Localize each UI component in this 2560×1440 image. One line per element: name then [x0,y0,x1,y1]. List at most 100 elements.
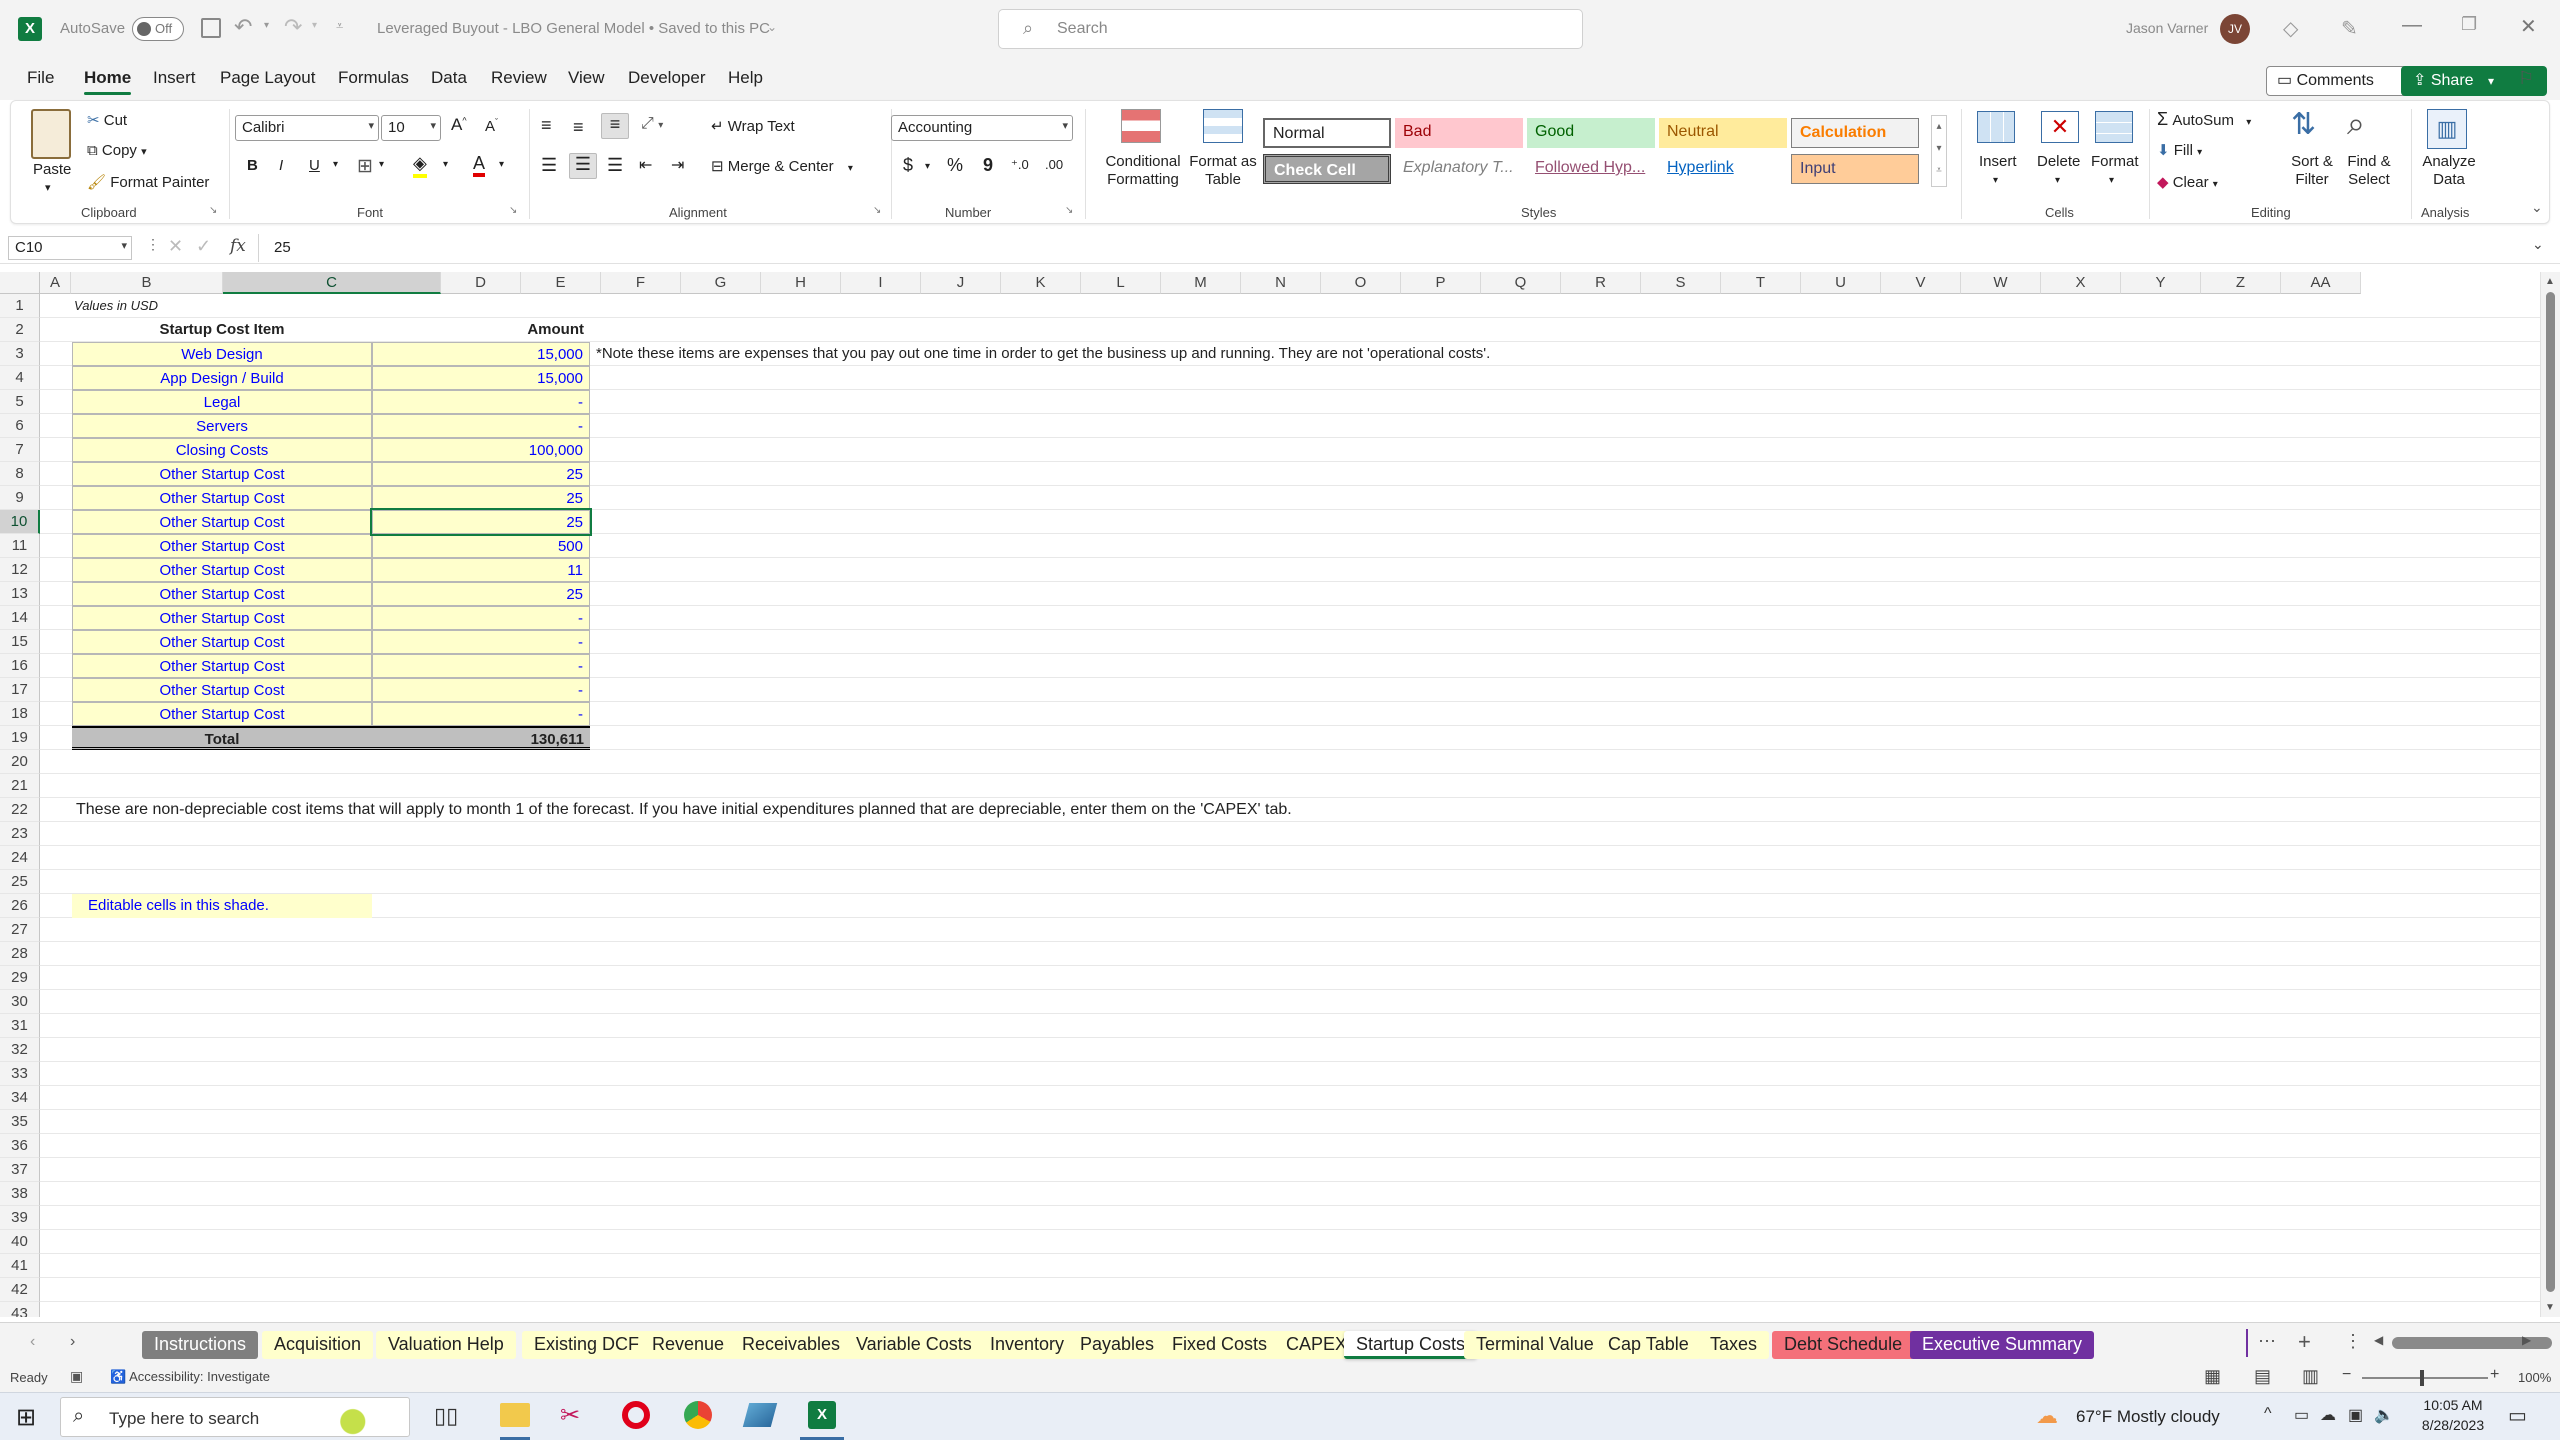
accessibility-status[interactable]: ♿ Accessibility: Investigate [110,1369,270,1385]
clear-button[interactable]: ◆ Clear ▾ [2157,173,2218,191]
dialog-launcher-icon[interactable]: ↘ [1065,205,1073,216]
zoom-level[interactable]: 100% [2518,1370,2551,1385]
underline-button[interactable]: U [309,157,320,174]
format-as-table-button[interactable]: Format as Table [1187,153,1259,189]
align-center-icon[interactable]: ☰ [569,153,597,179]
delete-cells-icon[interactable]: ✕ [2041,111,2079,143]
chrome-icon[interactable] [684,1401,712,1429]
sheet-tab-revenue[interactable]: Revenue [640,1331,737,1359]
zoom-in-icon[interactable]: + [2490,1366,2499,1384]
snipping-tool-icon[interactable]: ✂ [560,1401,580,1430]
undo-icon[interactable]: ↶ [234,14,252,40]
note-text[interactable]: *Note these items are expenses that you … [596,342,1490,366]
menu-view[interactable]: View [568,68,605,88]
align-top-icon[interactable]: ≡ [541,115,552,136]
close-icon[interactable]: ✕ [2520,14,2537,39]
zoom-slider[interactable] [2362,1377,2488,1379]
sheet-tab-receivables[interactable]: Receivables [730,1331,853,1359]
page-break-view-icon[interactable]: ▥ [2302,1366,2319,1387]
menu-help[interactable]: Help [728,68,763,88]
menu-developer[interactable]: Developer [628,68,706,88]
item-name-cell[interactable]: Other Startup Cost [72,510,372,534]
style-followed-hyperlink[interactable]: Followed Hyp... [1527,154,1655,184]
cut-button[interactable]: ✂ Cut [87,111,127,129]
tray-device-icon[interactable]: ▭ [2294,1405,2309,1425]
opera-icon[interactable] [622,1401,650,1429]
wrap-text-button[interactable]: ↵ Wrap Text [711,117,795,135]
volume-icon[interactable]: 🔈 [2374,1405,2394,1425]
restore-icon[interactable]: ❐ [2461,14,2477,35]
weather-icon[interactable]: ☁ [2036,1403,2058,1429]
onedrive-icon[interactable]: ☁ [2320,1405,2336,1425]
paste-button[interactable]: Paste [33,161,71,178]
autosum-button[interactable]: Σ AutoSum ▾ [2157,109,2251,130]
scroll-up-icon[interactable]: ▲ [2545,276,2555,287]
redo-icon[interactable]: ↷ [284,14,302,40]
merge-center-button[interactable]: ⊟ Merge & Center ▾ [711,157,853,175]
excel-logo-icon[interactable]: X [18,17,42,41]
item-amount-cell[interactable]: 25 [370,508,592,536]
pen-icon[interactable]: ✎ [2341,16,2358,41]
scroll-right-icon[interactable]: ▶ [2522,1333,2531,1347]
sort-filter-icon[interactable]: ⇅ [2291,107,2316,142]
item-name-cell[interactable]: Other Startup Cost [72,702,372,726]
header-amount[interactable]: Amount [372,318,590,342]
notifications-icon[interactable]: ▭ [2508,1403,2527,1428]
undo-dropdown-icon[interactable]: ▾ [264,20,269,31]
avatar[interactable]: JV [2220,14,2250,44]
borders-icon[interactable]: ⊞ [357,155,373,178]
item-name-cell[interactable]: App Design / Build [72,366,372,390]
conditional-formatting-icon[interactable] [1121,109,1161,143]
sheet-tab-instructions[interactable]: Instructions [142,1331,259,1359]
more-sheets-icon[interactable]: ⋯ [2258,1331,2276,1352]
sheet-tab-debt-schedule[interactable]: Debt Schedule [1772,1331,1915,1359]
add-sheet-icon[interactable]: + [2298,1329,2311,1355]
conditional-formatting-button[interactable]: Conditional Formatting [1093,153,1193,189]
menu-page-layout[interactable]: Page Layout [220,68,315,88]
item-name-cell[interactable]: Other Startup Cost [72,486,372,510]
vertical-scrollbar[interactable]: ▲ ▼ [2540,272,2560,1317]
chevron-down-icon[interactable]: ⌄ [767,20,777,34]
menu-formulas[interactable]: Formulas [338,68,409,88]
analyze-data-button[interactable]: Analyze Data [2419,153,2479,189]
chevron-down-icon[interactable]: ▾ [2055,175,2060,186]
styles-gallery-scroll[interactable]: ▴ ▾ ⩡ [1931,115,1947,187]
font-name-select[interactable]: Calibri ▾ [235,115,379,141]
currency-button[interactable]: $ [903,155,913,176]
style-good[interactable]: Good [1527,118,1655,148]
copy-button[interactable]: ⧉ Copy ▾ [87,142,147,159]
increase-indent-icon[interactable]: ⇥ [671,155,684,175]
item-name-cell[interactable]: Closing Costs [72,438,372,462]
next-sheet-icon[interactable]: › [70,1333,75,1351]
sheet-tab-executive-summary[interactable]: Executive Summary [1910,1331,2095,1359]
item-name-cell[interactable]: Other Startup Cost [72,534,372,558]
enter-icon[interactable]: ✓ [196,236,211,257]
find-icon[interactable]: ⌕ [2347,105,2365,143]
style-bad[interactable]: Bad [1395,118,1523,148]
task-view-icon[interactable]: ▯▯ [434,1403,458,1429]
header-item[interactable]: Startup Cost Item [72,318,372,342]
user-name[interactable]: Jason Varner [2126,20,2208,36]
customize-qat-icon[interactable]: ⩡ [336,18,343,34]
document-title[interactable]: Leveraged Buyout - LBO General Model • S… [377,20,770,37]
normal-view-icon[interactable]: ▦ [2204,1366,2221,1387]
clock-time[interactable]: 10:05 AM [2418,1397,2488,1413]
menu-review[interactable]: Review [491,68,547,88]
item-amount-cell[interactable]: - [372,606,590,630]
format-as-table-icon[interactable] [1203,109,1243,143]
align-middle-icon[interactable]: ≡ [573,117,584,138]
sheet-tab-payables[interactable]: Payables [1068,1331,1167,1359]
item-amount-cell[interactable]: - [372,390,590,414]
format-painter-button[interactable]: 🖌 Format Painter [87,173,209,191]
editable-shade-note[interactable]: Editable cells in this shade. [72,894,372,918]
sheet-tab-terminal-value[interactable]: Terminal Value [1464,1331,1606,1359]
tray-chevron-icon[interactable]: ^ [2264,1405,2272,1423]
format-button[interactable]: Format [2091,153,2139,170]
item-name-cell[interactable]: Other Startup Cost [72,654,372,678]
sheet-tab-startup-costs[interactable]: Startup Costs [1344,1331,1478,1359]
network-icon[interactable]: ▣ [2348,1405,2363,1425]
underline-dropdown-icon[interactable]: ▾ [333,159,338,170]
item-amount-cell[interactable]: 100,000 [372,438,590,462]
zoom-out-icon[interactable]: − [2342,1366,2351,1384]
item-amount-cell[interactable]: 25 [372,582,590,606]
